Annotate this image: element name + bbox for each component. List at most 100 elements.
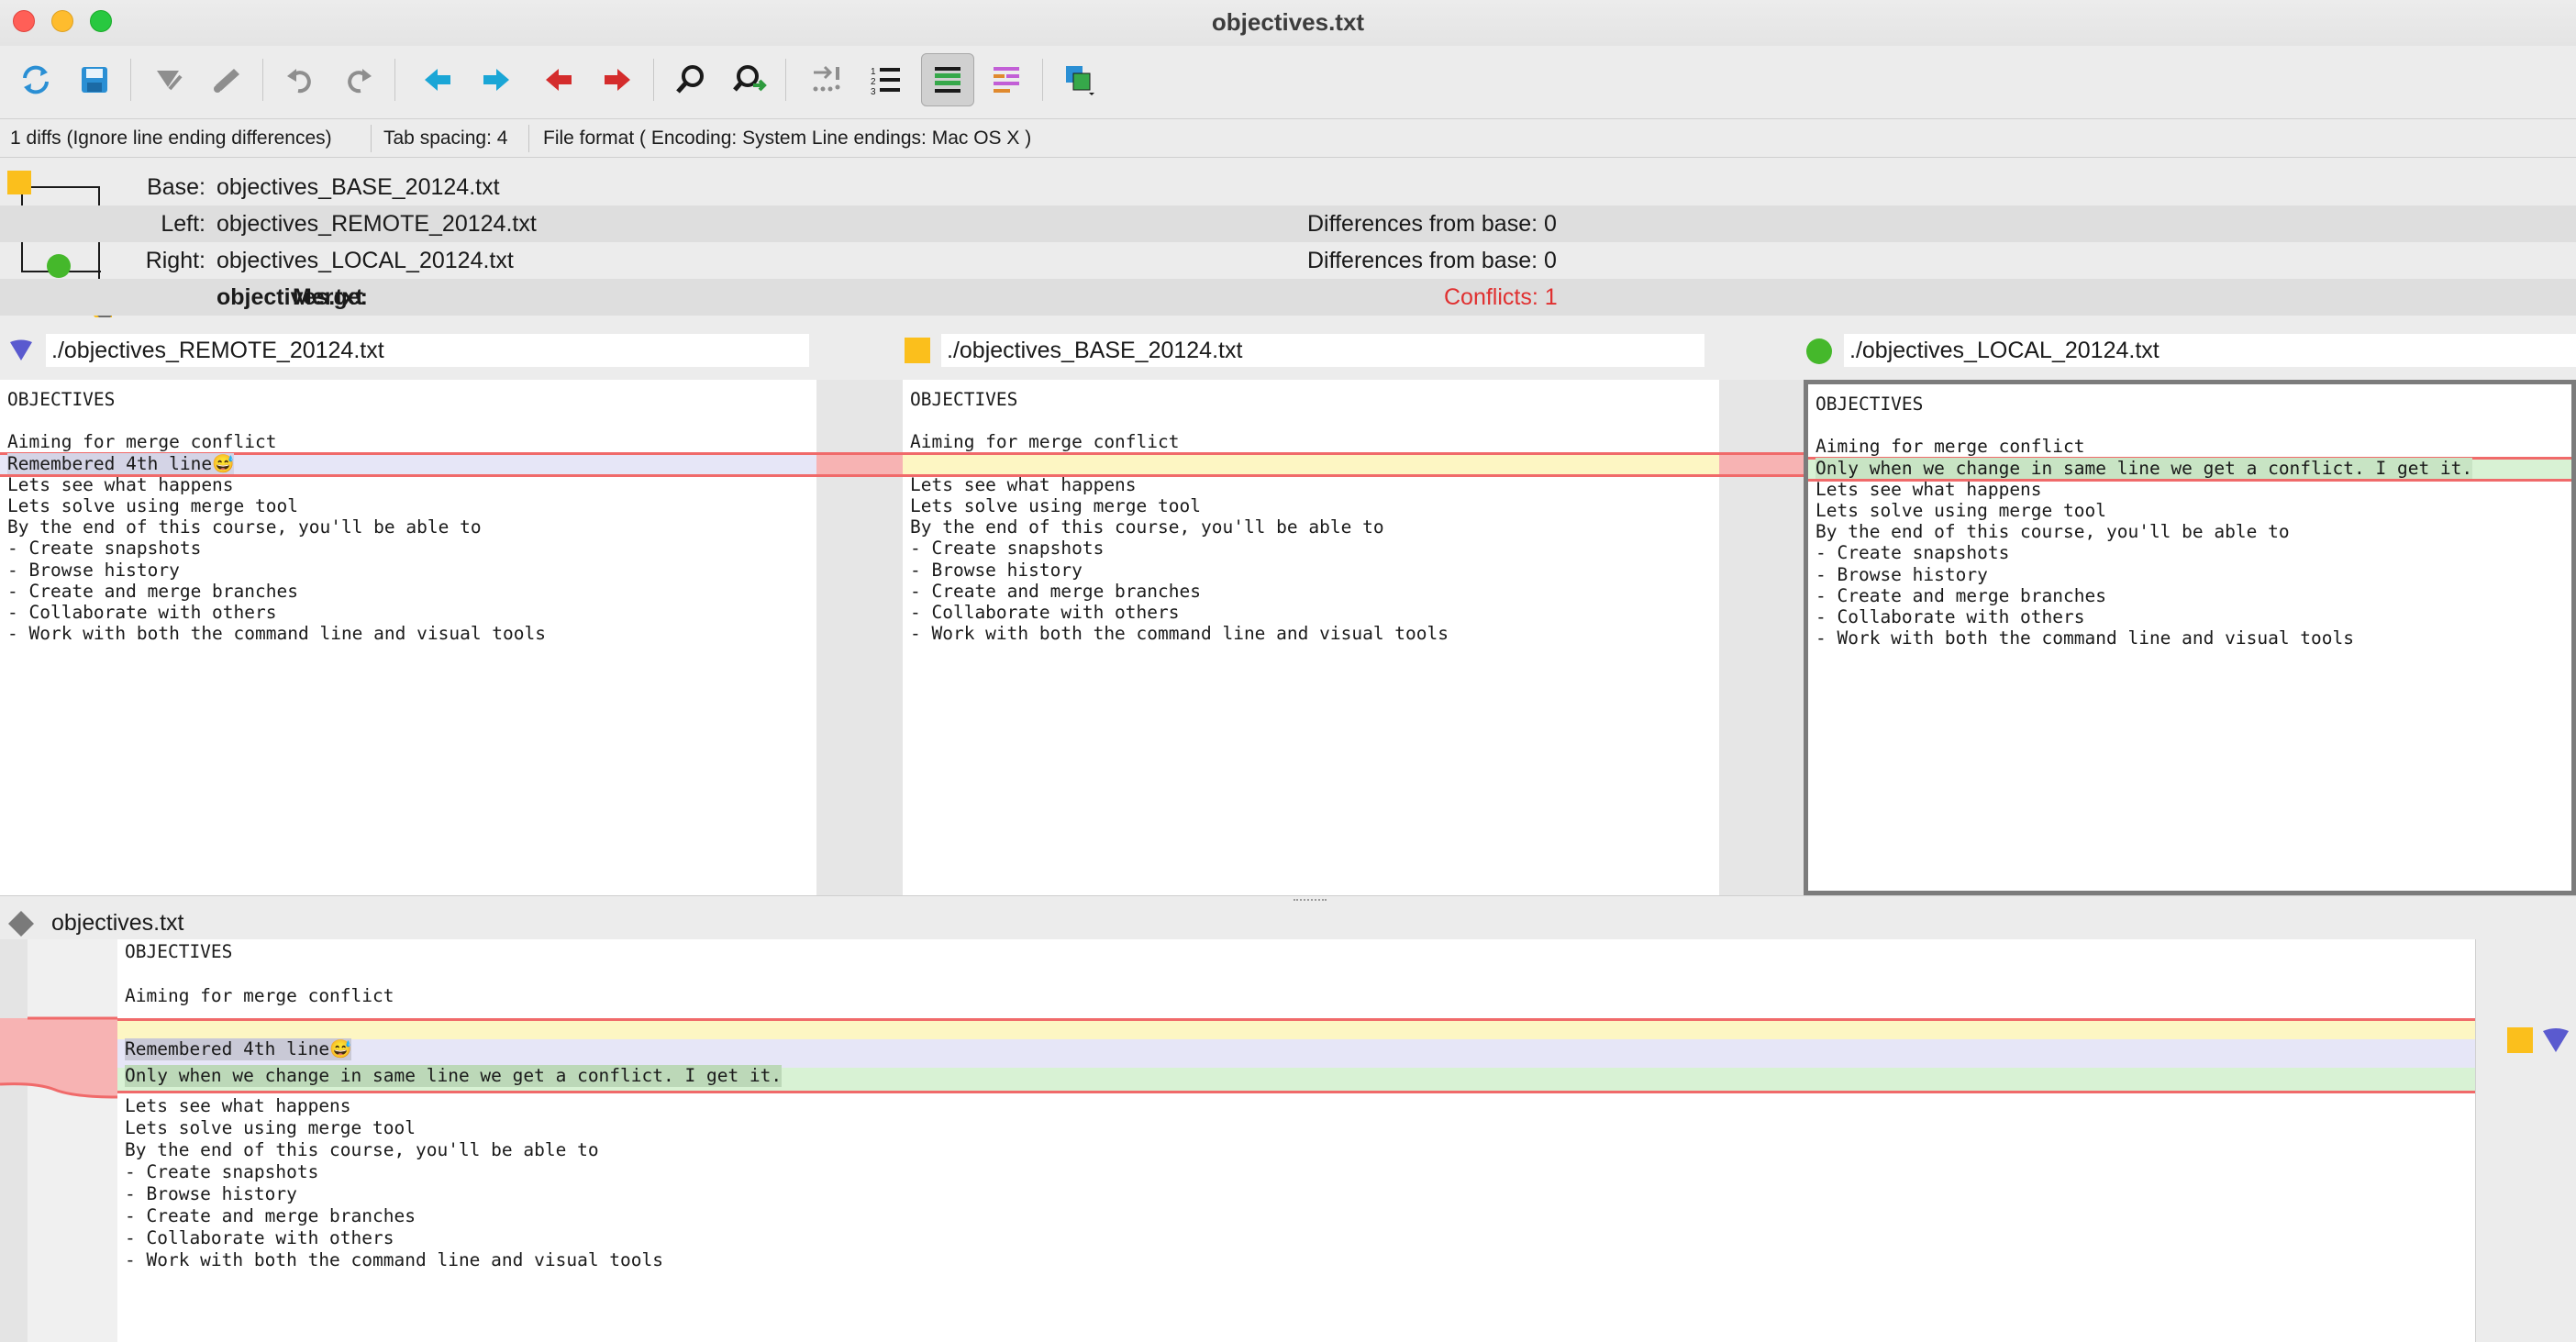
highlight-diffs-button[interactable] (921, 53, 974, 106)
merge-output-filename: objectives.txt (51, 910, 184, 936)
redo-button[interactable] (332, 53, 385, 106)
find-next-button[interactable] (723, 53, 776, 106)
text-line: Lets see what happens (7, 473, 234, 495)
text-line: By the end of this course, you'll be abl… (910, 516, 1384, 538)
prev-diff-icon (425, 69, 450, 91)
base-text-pane[interactable]: OBJECTIVES Aiming for merge conflict Lets … (903, 380, 1719, 895)
local-marker-icon (1806, 338, 1832, 364)
layout-button[interactable] (1053, 53, 1106, 106)
left-label: Left: (161, 211, 205, 237)
text-line: - Create snapshots (7, 538, 202, 560)
text-line: - Collaborate with others (910, 602, 1180, 623)
text-line: By the end of this course, you'll be abl… (7, 516, 482, 538)
prev-diff-button[interactable] (411, 53, 464, 106)
toolbar-separator (262, 59, 263, 101)
reload-button[interactable] (9, 53, 62, 106)
text-line: - Collaborate with others (7, 602, 277, 623)
base-label: Base: (147, 174, 205, 200)
base-filename: objectives_BASE_20124.txt (217, 174, 500, 200)
base-path-field[interactable]: ./objectives_BASE_20124.txt (941, 334, 1704, 367)
text-line: - Work with both the command line and vi… (1815, 627, 2354, 649)
left-file-row: Left: objectives_REMOTE_20124.txt Differ… (0, 205, 2576, 242)
right-filename: objectives_LOCAL_20124.txt (217, 248, 514, 273)
merge-text-line: Lets solve using merge tool (125, 1117, 416, 1138)
line-numbers-button[interactable]: 123 (859, 53, 912, 106)
base-file-row: Base: objectives_BASE_20124.txt (0, 169, 2576, 205)
remote-path-field[interactable]: ./objectives_REMOTE_20124.txt (46, 334, 809, 367)
prev-conflict-button[interactable] (532, 53, 585, 106)
text-line: Aiming for merge conflict (7, 431, 277, 453)
mark-unresolved-icon (214, 69, 239, 93)
layout-icon (1066, 66, 1094, 95)
splitter-grip[interactable] (1294, 899, 1327, 904)
window-title: objectives.txt (1211, 8, 1365, 36)
toolbar: 123 (0, 46, 2576, 119)
status-separator (528, 125, 529, 152)
text-line: Lets solve using merge tool (7, 495, 298, 516)
text-line: By the end of this course, you'll be abl… (1815, 521, 2290, 543)
reload-icon (23, 65, 49, 94)
text-line: Aiming for merge conflict (1815, 436, 2085, 458)
text-line: - Browse history (1815, 563, 1988, 585)
base-path-header: ./objectives_BASE_20124.txt (903, 332, 1719, 369)
tab-spacing-status[interactable]: Tab spacing: 4 (383, 128, 507, 150)
line-numbers-icon: 123 (871, 67, 900, 97)
merge-text-line: - Work with both the command line and vi… (125, 1249, 663, 1270)
show-whitespace-icon (813, 65, 840, 92)
left-filename: objectives_REMOTE_20124.txt (217, 211, 537, 237)
status-separator (371, 125, 372, 152)
text-line: OBJECTIVES (1815, 394, 1924, 415)
conflict-highlight (903, 451, 1719, 477)
merge-line-gutter (0, 939, 117, 1342)
remote-text-pane[interactable]: OBJECTIVES Aiming for merge conflict Remem… (0, 380, 816, 895)
redo-icon (348, 69, 372, 94)
remote-marker-icon (10, 339, 32, 360)
file-format-status[interactable]: File format ( Encoding: System Line endi… (543, 128, 1031, 150)
next-conflict-button[interactable] (591, 53, 644, 106)
merge-local-line: Only when we change in same line we get … (125, 1065, 783, 1087)
save-icon (82, 67, 107, 93)
highlight-changes-button[interactable] (980, 53, 1033, 106)
text-line: - Work with both the command line and vi… (910, 623, 1449, 645)
text-line: OBJECTIVES (7, 389, 116, 410)
text-line: Lets solve using merge tool (910, 495, 1201, 516)
find-next-icon (733, 65, 767, 92)
svg-text:1: 1 (871, 67, 876, 77)
highlight-diffs-icon (935, 67, 960, 93)
undo-icon (287, 69, 311, 94)
app-window: objectives.txt 1 2 3 1 diffs (Ignore lin… (0, 0, 2576, 1342)
local-text-pane[interactable]: OBJECTIVES Aiming for merge conflict Only … (1804, 380, 2576, 895)
mark-resolved-button[interactable] (141, 53, 194, 106)
remote-source-marker-icon[interactable] (2542, 1027, 2570, 1053)
mark-unresolved-button[interactable] (200, 53, 253, 106)
merge-output-pane[interactable]: OBJECTIVES Aiming for merge conflict Remem… (117, 939, 2475, 1342)
local-path-field[interactable]: ./objectives_LOCAL_20124.txt (1844, 334, 2576, 367)
merge-remote-strip (117, 1039, 2475, 1068)
right-file-row: Right: objectives_LOCAL_20124.txt Differ… (0, 242, 2576, 279)
text-line: - Create and merge branches (910, 580, 1201, 602)
merge-marker-icon (8, 911, 34, 937)
merge-conflict-markers (2475, 939, 2576, 1342)
text-line: - Create and merge branches (7, 580, 298, 602)
undo-button[interactable] (273, 53, 327, 106)
save-button[interactable] (68, 53, 121, 106)
text-line: - Work with both the command line and vi… (7, 623, 546, 645)
text-line: Lets see what happens (1815, 478, 2042, 500)
next-diff-button[interactable] (470, 53, 523, 106)
merge-filename: objectives.txt (217, 284, 363, 310)
text-line: - Collaborate with others (1815, 606, 2085, 627)
merge-output-header: objectives.txt (0, 906, 2576, 939)
text-line: Lets see what happens (910, 473, 1137, 495)
merge-text-line: - Create and merge branches (125, 1205, 416, 1226)
find-button[interactable] (664, 53, 717, 106)
show-whitespace-button[interactable] (800, 53, 853, 106)
conflict-count: Conflicts: 1 (1444, 284, 1558, 310)
base-source-marker-icon[interactable] (2507, 1027, 2533, 1053)
svg-text:3: 3 (871, 87, 876, 97)
conflict-line: Remembered 4th line😅 (7, 452, 235, 474)
text-line: - Create snapshots (1815, 542, 2010, 564)
merge-text-line: - Collaborate with others (125, 1227, 394, 1248)
next-diff-icon (483, 69, 509, 91)
svg-text:2: 2 (871, 77, 876, 87)
pane-splitter[interactable] (0, 895, 2576, 906)
